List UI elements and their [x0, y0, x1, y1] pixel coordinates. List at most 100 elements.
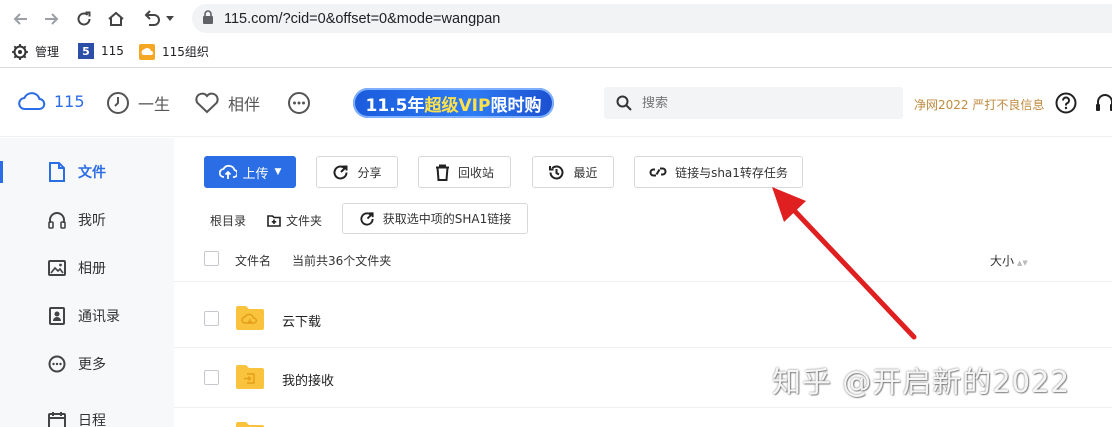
new-folder-button[interactable]: 文件夹	[267, 212, 322, 229]
vip-banner-offer: 限时购	[490, 95, 542, 116]
nav-115[interactable]: 115	[18, 91, 85, 111]
dropdown-caret-icon[interactable]	[163, 8, 177, 30]
sidebar: 文件 我听 相册 通讯录 更多 日程	[0, 138, 174, 427]
folder-count-summary: 当前共36个文件夹	[292, 254, 392, 268]
vip-promo-banner[interactable]: 11.5年 超级VIP 限时购	[353, 88, 554, 118]
sidebar-item-label: 相册	[78, 261, 106, 277]
url-text: 115.com/?cid=0&offset=0&mode=wangpan	[224, 10, 501, 27]
select-all-checkbox[interactable]	[204, 251, 219, 266]
search-box	[604, 87, 903, 119]
file-name[interactable]: 我的接收	[282, 370, 334, 389]
inbox-folder-icon	[236, 365, 264, 389]
file-name[interactable]: 云下载	[282, 311, 321, 330]
nav-yisheng[interactable]: 一生	[106, 91, 170, 115]
bookmark-label: 115组织	[162, 45, 209, 59]
sidebar-item-label: 通讯录	[78, 309, 120, 325]
vip-banner-tier: 超级VIP	[424, 95, 491, 116]
link-sha1-transfer-label: 链接与sha1转存任务	[675, 165, 788, 180]
more-menu-button[interactable]	[287, 91, 319, 115]
115-logo-icon: 5	[78, 43, 94, 59]
sidebar-item-label: 我听	[78, 213, 106, 229]
breadcrumb-root-label: 根目录	[210, 214, 247, 228]
column-filename-label: 文件名	[235, 254, 272, 268]
sidebar-item-more[interactable]: 更多	[48, 354, 106, 374]
row-checkbox[interactable]	[204, 370, 219, 385]
folder-plus-icon	[267, 215, 281, 227]
sidebar-item-contacts[interactable]: 通讯录	[48, 306, 120, 326]
share-label: 分享	[357, 165, 382, 180]
file-icon	[49, 162, 65, 182]
history-icon	[549, 165, 564, 179]
lock-icon	[202, 9, 214, 28]
breadcrumb-root[interactable]: 根目录	[210, 212, 246, 229]
sort-arrows-icon: ▲▼	[1017, 259, 1028, 267]
app-header: 115 一生 相伴 11.5年超级VIP限时购 净网2022 严打不良信息	[0, 69, 1112, 137]
bookmarks-bar: 管理 5 115 115组织	[0, 37, 1112, 68]
more-icon	[48, 355, 66, 373]
row-checkbox[interactable]	[204, 311, 219, 326]
cloud-download-folder-icon	[236, 306, 264, 330]
nav-xiangban[interactable]: 相伴	[194, 91, 260, 115]
image-icon	[48, 260, 66, 276]
share-button[interactable]: 分享	[316, 156, 398, 188]
help-icon[interactable]	[1055, 92, 1077, 118]
browser-toolbar: 115.com/?cid=0&offset=0&mode=wangpan	[0, 0, 1112, 37]
link-sha1-transfer-button[interactable]: 链接与sha1转存任务	[634, 156, 803, 188]
recycle-bin-label: 回收站	[457, 165, 494, 180]
nav-label: 115	[54, 91, 85, 111]
folder-icon	[236, 422, 264, 427]
sidebar-item-listen[interactable]: 我听	[48, 210, 106, 230]
search-icon	[616, 95, 632, 111]
bookmark-115-org[interactable]: 115组织	[139, 43, 209, 60]
get-sha1-link-button[interactable]: 获取选中项的SHA1链接	[342, 203, 528, 234]
recycle-bin-button[interactable]: 回收站	[418, 156, 511, 188]
bookmark-label: 115	[101, 44, 124, 58]
nav-label: 一生	[138, 95, 171, 114]
sidebar-item-label: 更多	[78, 357, 106, 373]
contacts-icon	[49, 307, 65, 325]
sidebar-item-calendar[interactable]: 日程	[48, 410, 106, 427]
link-icon	[649, 167, 667, 177]
calendar-icon	[48, 412, 66, 427]
active-indicator	[0, 161, 3, 183]
sidebar-item-label: 日程	[78, 413, 106, 427]
back-arrow-icon[interactable]	[10, 8, 32, 30]
headset-icon[interactable]	[1095, 92, 1112, 118]
cloud-icon	[18, 92, 46, 110]
reload-icon[interactable]	[73, 8, 95, 30]
recent-button[interactable]: 最近	[532, 156, 614, 188]
gear-icon	[12, 43, 28, 60]
nav-label: 相伴	[228, 95, 261, 114]
get-sha1-link-label: 获取选中项的SHA1链接	[382, 212, 512, 226]
heart-icon	[195, 92, 219, 114]
upload-button[interactable]: 上传 ▼	[204, 156, 296, 188]
115-org-icon	[139, 43, 155, 60]
recent-label: 最近	[573, 165, 598, 180]
column-size-label: 大小	[990, 254, 1015, 268]
vip-banner-years: 11.5年	[365, 95, 425, 116]
upload-label: 上传	[242, 166, 269, 182]
column-size[interactable]: 大小 ▲▼	[990, 252, 1028, 269]
sidebar-item-album[interactable]: 相册	[48, 258, 106, 278]
notice-text[interactable]: 净网2022 严打不良信息	[914, 96, 1044, 113]
forward-arrow-icon[interactable]	[40, 8, 62, 30]
share-icon	[360, 211, 374, 226]
column-filename[interactable]: 文件名	[235, 252, 271, 269]
new-folder-label: 文件夹	[286, 214, 323, 228]
bookmark-115[interactable]: 5 115	[78, 43, 124, 59]
bookmark-manage[interactable]: 管理	[12, 43, 59, 60]
sidebar-item-label: 文件	[78, 165, 106, 181]
headphones-icon	[48, 212, 66, 229]
caret-down-icon: ▼	[274, 167, 282, 177]
address-bar[interactable]: 115.com/?cid=0&offset=0&mode=wangpan	[192, 4, 1112, 33]
share-icon	[334, 164, 348, 179]
clock-icon	[107, 92, 129, 114]
sidebar-item-files[interactable]: 文件	[48, 162, 106, 182]
bookmark-label: 管理	[35, 45, 60, 59]
more-dots-icon	[288, 92, 310, 114]
undo-icon[interactable]	[140, 8, 162, 30]
trash-icon	[435, 164, 449, 181]
search-input[interactable]	[642, 95, 882, 111]
watermark: 知乎 @开启新的2022	[772, 365, 1071, 399]
home-icon[interactable]	[105, 8, 127, 30]
